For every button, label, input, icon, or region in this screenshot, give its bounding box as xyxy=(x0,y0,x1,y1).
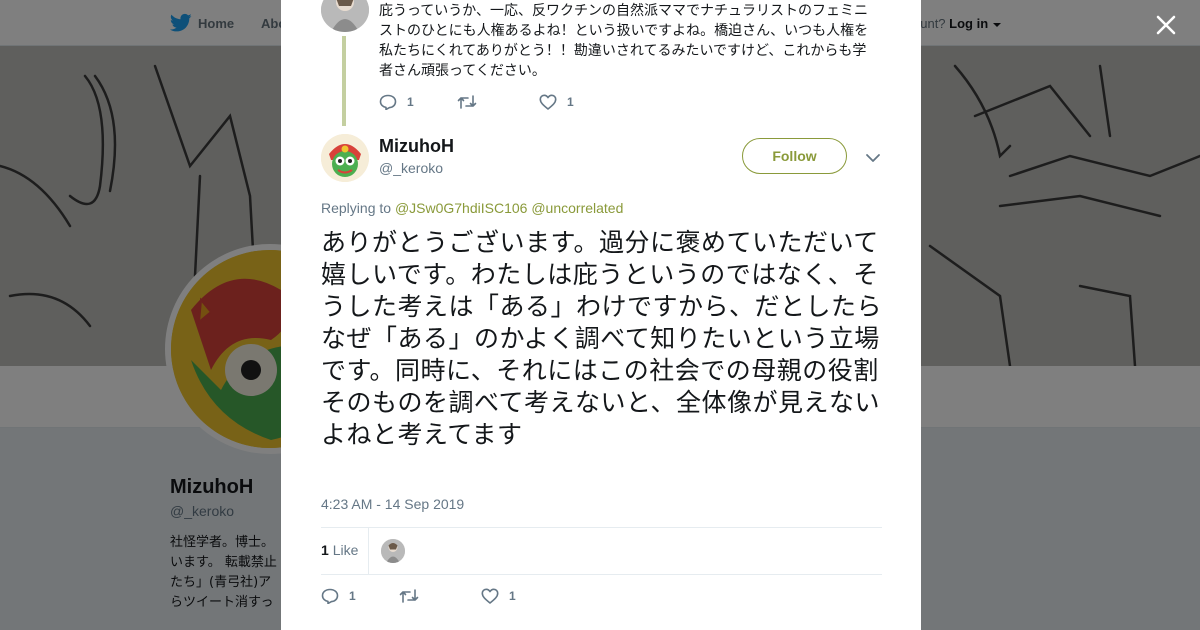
likes-stat-label: Like xyxy=(332,542,359,558)
likes-stat[interactable]: 1 Like xyxy=(321,542,358,558)
parent-avatar-image xyxy=(321,0,369,32)
reply-count: 1 xyxy=(349,589,356,603)
heart-icon xyxy=(481,588,499,604)
liker-avatar-image xyxy=(381,539,405,563)
tweet-timestamp[interactable]: 4:23 AM - 14 Sep 2019 xyxy=(321,496,464,512)
author-handle[interactable]: @_keroko xyxy=(379,160,443,176)
replying-to: Replying to @JSw0G7hdiISC106 @uncorrelat… xyxy=(321,200,623,216)
retweet-icon xyxy=(399,589,419,603)
close-icon xyxy=(1156,15,1176,35)
replying-prefix: Replying to xyxy=(321,200,392,216)
reply-icon xyxy=(379,94,397,110)
retweet-button[interactable] xyxy=(399,589,481,603)
tweet-actions: 1 1 xyxy=(321,586,516,606)
parent-author-avatar[interactable] xyxy=(321,0,369,32)
close-button[interactable] xyxy=(1153,12,1179,38)
like-button[interactable]: 1 xyxy=(539,94,574,110)
more-options-button[interactable] xyxy=(865,150,881,164)
reply-count: 1 xyxy=(407,95,414,109)
like-count: 1 xyxy=(509,589,516,603)
thread-connector-line xyxy=(342,36,346,126)
chevron-down-icon xyxy=(866,154,880,162)
tweet-stats: 1 Like xyxy=(321,527,882,575)
tweet-modal: 庇うっていうか、一応、反ワクチンの自然派ママでナチュラリストのフェミニストのひと… xyxy=(281,0,921,630)
liker-avatar[interactable] xyxy=(381,539,405,563)
reply-icon xyxy=(321,588,339,604)
like-button[interactable]: 1 xyxy=(481,588,516,604)
like-count: 1 xyxy=(567,95,574,109)
author-avatar-image xyxy=(321,134,369,182)
author-name[interactable]: MizuhoH xyxy=(379,136,454,157)
reply-button[interactable]: 1 xyxy=(321,588,399,604)
heart-icon xyxy=(539,94,557,110)
likes-stat-count: 1 xyxy=(321,542,329,558)
follow-button[interactable]: Follow xyxy=(742,138,847,174)
parent-tweet-text: 庇うっていうか、一応、反ワクチンの自然派ママでナチュラリストのフェミニストのひと… xyxy=(379,3,869,79)
replying-to-user-link[interactable]: @uncorrelated xyxy=(531,200,623,216)
tweet-text: ありがとうございます。過分に褒めていただいて嬉しいです。わたしは庇うというのでは… xyxy=(321,228,883,449)
stats-divider xyxy=(368,528,369,574)
replying-to-user-link[interactable]: @JSw0G7hdiISC106 xyxy=(395,200,528,216)
author-avatar[interactable] xyxy=(321,134,369,182)
parent-tweet-actions: 1 1 xyxy=(379,92,574,112)
retweet-icon xyxy=(457,95,477,109)
retweet-button[interactable] xyxy=(457,95,539,109)
reply-button[interactable]: 1 xyxy=(379,94,457,110)
